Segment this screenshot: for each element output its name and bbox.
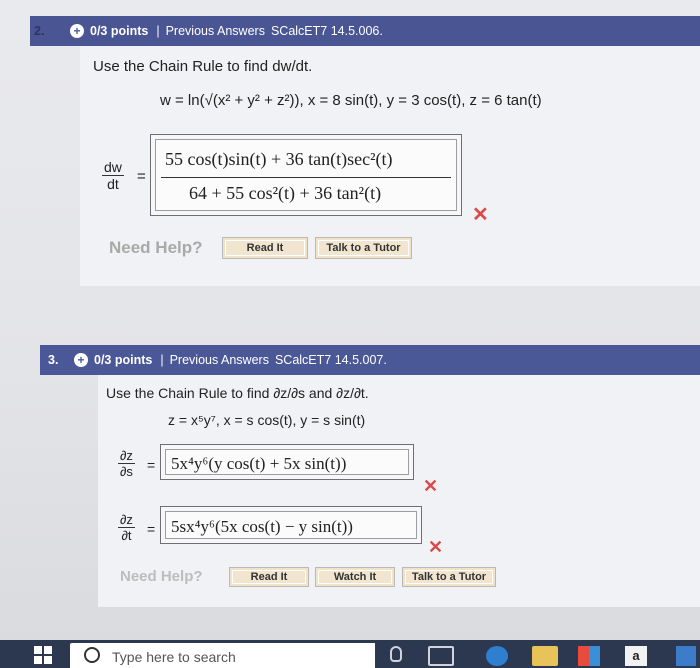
taskbar: Type here to search a xyxy=(0,640,700,668)
dzds-answer: 5x⁴y⁶(y cos(t) + 5x sin(t)) xyxy=(171,454,347,473)
answer-field-dzdt[interactable]: 5sx⁴y⁶(5x cos(t) − y sin(t)) xyxy=(160,506,422,544)
previous-answers-link[interactable]: Previous Answers xyxy=(170,353,269,367)
read-it-label: Read It xyxy=(250,571,288,583)
incorrect-icon: ✕ xyxy=(428,537,444,557)
question-3-header: 3. + 0/3 points | Previous Answers SCalc… xyxy=(40,345,700,375)
previous-answers-link[interactable]: Previous Answers xyxy=(166,24,265,38)
dzdt-answer: 5sx⁴y⁶(5x cos(t) − y sin(t)) xyxy=(171,517,353,536)
equals-sign: = xyxy=(147,521,156,537)
fraction-numerator: dw xyxy=(102,159,124,176)
file-explorer-icon[interactable] xyxy=(532,646,558,666)
watch-it-label: Watch It xyxy=(333,571,377,583)
incorrect-icon: ✕ xyxy=(423,476,439,496)
points-label: 0/3 points xyxy=(94,353,153,367)
need-help-label: Need Help? xyxy=(109,238,203,257)
dw-dt-fraction: dw dt xyxy=(102,159,124,192)
microphone-icon[interactable] xyxy=(390,646,402,662)
question-number: 2. xyxy=(34,24,45,38)
read-it-button[interactable]: Read It xyxy=(222,237,308,259)
problem-code: SCalcET7 14.5.006. xyxy=(270,24,383,38)
watch-it-button[interactable]: Watch It xyxy=(315,567,395,587)
equals-sign: = xyxy=(147,457,156,473)
taskbar-search-input[interactable]: Type here to search xyxy=(70,643,375,668)
windows-start-icon[interactable] xyxy=(34,646,52,664)
question-2-prompt: Use the Chain Rule to find dw/dt. xyxy=(93,58,313,75)
question-2-header: 2. + 0/3 points | Previous Answers SCalc… xyxy=(30,16,700,46)
problem-code: SCalcET7 14.5.007. xyxy=(274,353,387,367)
separator: | xyxy=(160,353,164,367)
need-help-label: Need Help? xyxy=(120,568,203,585)
incorrect-icon: ✕ xyxy=(472,204,489,226)
expand-plus-icon[interactable]: + xyxy=(70,24,84,38)
equals-sign: = xyxy=(137,168,146,185)
answer-field-dwdt[interactable]: 55 cos(t)sin(t) + 36 tan(t)sec²(t) 64 + … xyxy=(150,134,462,216)
question-number: 3. xyxy=(48,353,59,367)
search-placeholder: Type here to search xyxy=(112,649,236,665)
fraction-numerator: ∂z xyxy=(118,512,135,528)
cortana-circle-icon xyxy=(84,647,100,663)
dz-ds-fraction: ∂z ∂s xyxy=(118,448,135,479)
separator: | xyxy=(156,24,160,38)
fraction-bar xyxy=(161,177,451,178)
answer-denominator: 64 + 55 cos²(t) + 36 tan²(t) xyxy=(189,183,382,203)
question-3-equation: z = x⁵y⁷, x = s cos(t), y = s sin(t) xyxy=(168,412,366,428)
question-3-prompt: Use the Chain Rule to find ∂z/∂s and ∂z/… xyxy=(106,385,369,401)
fraction-numerator: ∂z xyxy=(118,448,135,464)
chrome-icon[interactable] xyxy=(578,646,600,666)
fraction-denominator: ∂s xyxy=(120,464,133,479)
answer-numerator: 55 cos(t)sin(t) + 36 tan(t)sec²(t) xyxy=(165,149,393,169)
amazon-app-icon[interactable]: a xyxy=(625,646,647,666)
fraction-denominator: ∂t xyxy=(121,528,132,543)
talk-to-tutor-label: Talk to a Tutor xyxy=(326,242,401,254)
question-2-equation: w = ln(√(x² + y² + z²)), x = 8 sin(t), y… xyxy=(160,92,542,109)
talk-to-tutor-button[interactable]: Talk to a Tutor xyxy=(402,567,496,587)
edge-browser-icon[interactable] xyxy=(486,646,508,666)
fraction-denominator: dt xyxy=(107,176,119,192)
task-view-icon[interactable] xyxy=(428,646,454,666)
screen: 2. + 0/3 points | Previous Answers SCalc… xyxy=(0,0,700,668)
store-icon[interactable] xyxy=(676,646,696,666)
read-it-button[interactable]: Read It xyxy=(229,567,309,587)
talk-to-tutor-button[interactable]: Talk to a Tutor xyxy=(315,237,412,259)
answer-field-dzds[interactable]: 5x⁴y⁶(y cos(t) + 5x sin(t)) xyxy=(160,444,414,480)
talk-to-tutor-label: Talk to a Tutor xyxy=(411,571,487,583)
expand-plus-icon[interactable]: + xyxy=(74,353,88,367)
points-label: 0/3 points xyxy=(90,24,149,38)
dz-dt-fraction: ∂z ∂t xyxy=(118,512,135,543)
read-it-label: Read It xyxy=(246,242,284,254)
